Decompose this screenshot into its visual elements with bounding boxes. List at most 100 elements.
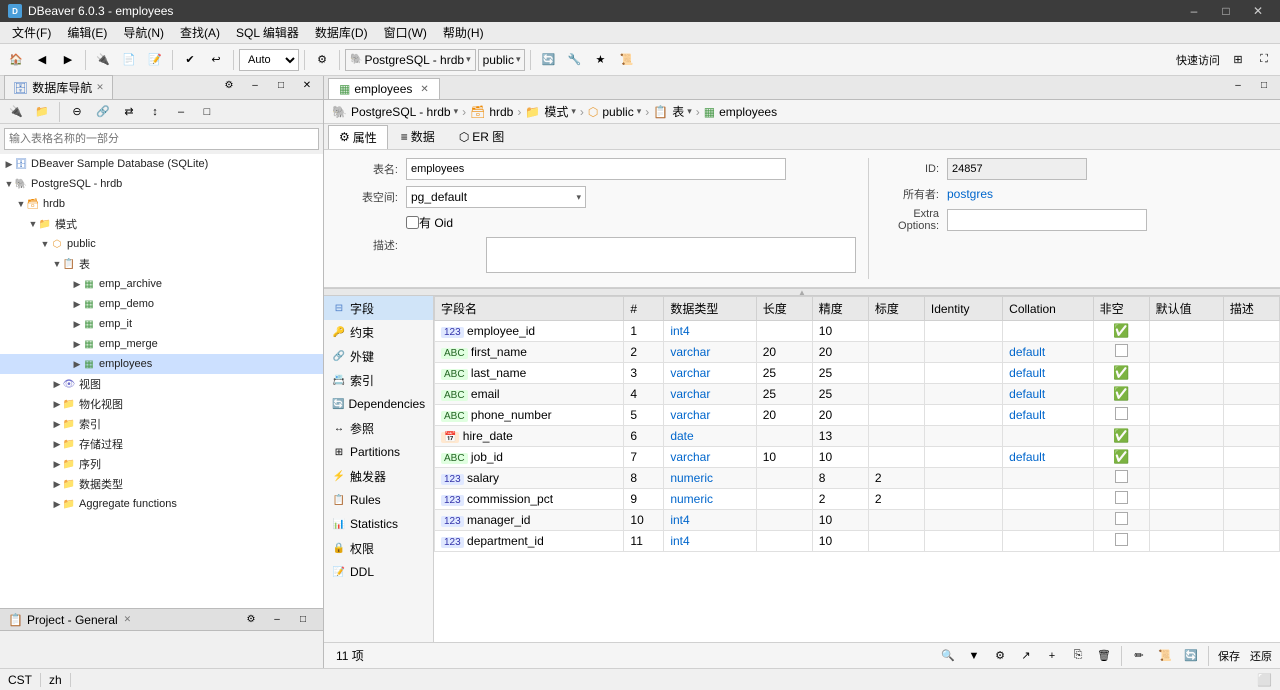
tb-sql-editor-button[interactable]: 📝 [143, 48, 167, 72]
col-type-link[interactable]: varchar [670, 366, 710, 380]
tb-bookmark-button[interactable]: ★ [588, 48, 612, 72]
sidebar-item-indexes[interactable]: 📇 索引 [324, 368, 433, 392]
tb-new-conn-button[interactable]: 🔌 [91, 48, 115, 72]
col-header-name[interactable]: 字段名 [435, 297, 624, 321]
col-type-link[interactable]: int4 [670, 324, 689, 338]
tree-item-mat-views[interactable]: ▶ 📁 物化视图 [0, 394, 323, 414]
has-oid-checkbox[interactable] [406, 216, 419, 229]
col-type-link[interactable]: numeric [670, 471, 713, 485]
tree-item-emp-archive[interactable]: ▶ ▦ emp_archive [0, 274, 323, 294]
save-button[interactable]: 保存 [1214, 644, 1244, 668]
tree-item-schema-folder[interactable]: ▼ 📁 模式 [0, 214, 323, 234]
config-button[interactable]: ⚙ [988, 644, 1012, 668]
menu-database[interactable]: 数据库(D) [307, 22, 376, 43]
export-button[interactable]: ↗ [1014, 644, 1038, 668]
sidebar-item-fields[interactable]: ⊟ 字段 [324, 296, 433, 320]
tb-settings-button[interactable]: ⚙ [310, 48, 334, 72]
tablespace-select[interactable]: pg_default ▾ [406, 186, 586, 208]
nav-max-button[interactable]: □ [195, 100, 219, 124]
col-collation-link[interactable]: default [1009, 366, 1045, 380]
breadcrumb-db[interactable]: PostgreSQL - hrdb ▾ [351, 105, 458, 119]
col-header-num[interactable]: # [624, 297, 664, 321]
col-header-type[interactable]: 数据类型 [664, 297, 756, 321]
add-col-button[interactable]: + [1040, 644, 1064, 668]
table-name-input[interactable] [406, 158, 786, 180]
breadcrumb-schemas[interactable]: 模式 ▾ [544, 103, 576, 120]
col-type-link[interactable]: varchar [670, 408, 710, 422]
menu-edit[interactable]: 编辑(E) [59, 22, 115, 43]
tree-item-views[interactable]: ▶ 👁 视图 [0, 374, 323, 394]
nav-minimize-button[interactable]: – [243, 73, 267, 97]
table-row[interactable]: 📅 hire_date6date13✅ [435, 426, 1280, 447]
col-type-link[interactable]: varchar [670, 345, 710, 359]
breadcrumb-hrdb[interactable]: hrdb [489, 105, 513, 119]
nav-close-button[interactable]: ✕ [295, 73, 319, 97]
table-row[interactable]: 123 manager_id10int410 [435, 510, 1280, 531]
schema-selector[interactable]: public ▾ [478, 49, 526, 71]
menu-file[interactable]: 文件(F) [4, 22, 59, 43]
refresh-button[interactable]: 🔄 [1179, 644, 1203, 668]
sub-tab-data[interactable]: ≡ 数据 [390, 124, 446, 149]
col-type-link[interactable]: int4 [670, 534, 689, 548]
sidebar-item-constraints[interactable]: 🔑 约束 [324, 320, 433, 344]
nav-link-button[interactable]: 🔗 [91, 100, 115, 124]
col-header-length[interactable]: 长度 [756, 297, 812, 321]
sidebar-item-ddl[interactable]: 📝 DDL [324, 560, 433, 584]
nav-sort-button[interactable]: ↕ [143, 100, 167, 124]
col-header-notnull[interactable]: 非空 [1093, 297, 1149, 321]
col-type-link[interactable]: varchar [670, 387, 710, 401]
sub-tab-er[interactable]: ⬡ ER 图 [448, 124, 516, 149]
table-row[interactable]: ABC job_id7varchar1010default✅ [435, 447, 1280, 468]
filter-button[interactable]: ▼ [962, 644, 986, 668]
description-textarea[interactable] [486, 237, 856, 273]
col-collation-link[interactable]: default [1009, 387, 1045, 401]
col-type-link[interactable]: int4 [670, 513, 689, 527]
menu-help[interactable]: 帮助(H) [435, 22, 492, 43]
tree-item-employees[interactable]: ▶ ▦ employees [0, 354, 323, 374]
quick-access-button[interactable]: 快速访问 [1172, 48, 1224, 72]
editor-maximize-button[interactable]: □ [1252, 73, 1276, 97]
col-type-link[interactable]: varchar [670, 450, 710, 464]
sidebar-item-statistics[interactable]: 📊 Statistics [324, 512, 433, 536]
breadcrumb-tables[interactable]: 表 ▾ [672, 103, 692, 120]
tb-layout-button[interactable]: ⊞ [1226, 48, 1250, 72]
project-minimize-button[interactable]: – [265, 608, 289, 632]
tb-rollback-button[interactable]: ↩ [204, 48, 228, 72]
tree-item-aggregate[interactable]: ▶ 📁 Aggregate functions [0, 494, 323, 514]
tree-item-emp-merge[interactable]: ▶ ▦ emp_merge [0, 334, 323, 354]
project-config-button[interactable]: ⚙ [239, 608, 263, 632]
table-row[interactable]: 123 commission_pct9numeric22 [435, 489, 1280, 510]
tab-db-navigator[interactable]: 🗄 数据库导航 ✕ [4, 75, 113, 99]
nav-project-button[interactable]: 📁 [30, 100, 54, 124]
search-input[interactable] [4, 128, 319, 150]
tree-item-emp-demo[interactable]: ▶ ▦ emp_demo [0, 294, 323, 314]
tb-filter-button[interactable]: 🔧 [562, 48, 586, 72]
table-row[interactable]: ABC last_name3varchar2525default✅ [435, 363, 1280, 384]
col-type-link[interactable]: numeric [670, 492, 713, 506]
tb-fullscreen-button[interactable]: ⛶ [1252, 48, 1276, 72]
tb-back-button[interactable]: ◀ [30, 48, 54, 72]
owner-link[interactable]: postgres [947, 187, 993, 201]
col-collation-link[interactable]: default [1009, 345, 1045, 359]
sub-tab-properties[interactable]: ⚙ 属性 [328, 125, 388, 149]
sidebar-item-triggers[interactable]: ⚡ 触发器 [324, 464, 433, 488]
col-header-collation[interactable]: Collation [1003, 297, 1093, 321]
minimize-button[interactable]: – [1180, 0, 1208, 22]
tree-item-sqlite[interactable]: ▶ 🗄 DBeaver Sample Database (SQLite) [0, 154, 323, 174]
copy-col-button[interactable]: ⎘ [1066, 644, 1090, 668]
editor-minimize-button[interactable]: – [1226, 73, 1250, 97]
tab-employees[interactable]: ▦ employees ✕ [328, 78, 440, 99]
tab-employees-close[interactable]: ✕ [420, 84, 428, 95]
maximize-button[interactable]: □ [1212, 0, 1240, 22]
col-header-precision[interactable]: 精度 [812, 297, 868, 321]
sidebar-item-permissions[interactable]: 🔒 权限 [324, 536, 433, 560]
table-row[interactable]: 123 salary8numeric82 [435, 468, 1280, 489]
tree-item-hrdb[interactable]: ▼ 🗃 hrdb [0, 194, 323, 214]
db-selector[interactable]: 🐘 PostgreSQL - hrdb ▾ [345, 49, 476, 71]
table-row[interactable]: ABC email4varchar2525default✅ [435, 384, 1280, 405]
project-maximize-button[interactable]: □ [291, 608, 315, 632]
nav-filter-button[interactable]: ⇄ [117, 100, 141, 124]
close-button[interactable]: ✕ [1244, 0, 1272, 22]
nav-maximize-button[interactable]: □ [269, 73, 293, 97]
nav-collapse-all-button[interactable]: ⊖ [65, 100, 89, 124]
